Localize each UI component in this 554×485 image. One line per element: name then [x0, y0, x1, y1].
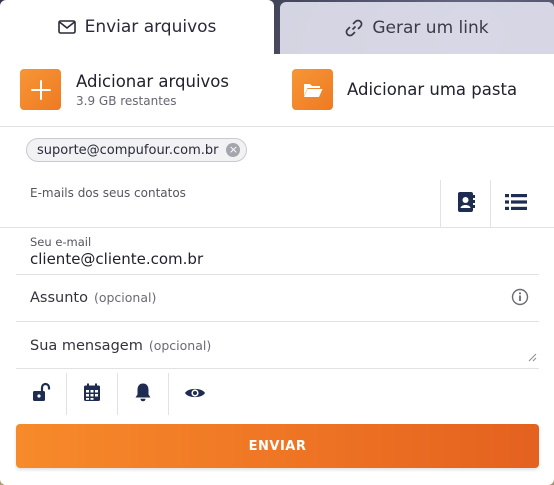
message-optional: (opcional): [148, 338, 212, 353]
password-button[interactable]: [16, 373, 67, 415]
preview-button[interactable]: [169, 373, 220, 415]
address-book-button[interactable]: [440, 180, 490, 228]
list-button[interactable]: [490, 180, 540, 228]
transfer-panel: Adicionar arquivos 3.9 GB restantes Adic…: [0, 54, 554, 485]
contacts-email-input[interactable]: [30, 186, 420, 200]
message-field[interactable]: Sua mensagem (opcional): [16, 322, 539, 369]
subject-label: Assunto: [30, 290, 88, 306]
tab-send-label: Enviar arquivos: [84, 17, 217, 37]
recipients-area: suporte@compufour.com.br ×: [0, 128, 554, 228]
plus-icon: [20, 69, 61, 110]
your-email-value: cliente@cliente.com.br: [30, 250, 204, 268]
folder-open-icon: [292, 69, 333, 110]
remove-recipient-icon[interactable]: ×: [226, 143, 241, 157]
storage-remaining: 3.9 GB restantes: [76, 93, 177, 108]
notification-button[interactable]: [118, 373, 169, 415]
link-icon: [345, 19, 363, 37]
tab-link-label: Gerar um link: [372, 18, 489, 38]
list-icon: [504, 193, 527, 215]
subject-field[interactable]: Assunto (opcional): [16, 275, 539, 322]
send-button[interactable]: ENVIAR: [16, 424, 539, 468]
calendar-icon: [83, 383, 101, 406]
add-row: Adicionar arquivos 3.9 GB restantes Adic…: [0, 54, 554, 127]
info-icon[interactable]: [511, 288, 529, 310]
eye-icon: [184, 385, 206, 404]
message-label: Sua mensagem: [30, 338, 143, 354]
resize-handle[interactable]: [528, 347, 537, 366]
bell-icon: [134, 382, 152, 406]
address-book-icon: [456, 191, 476, 217]
add-files-label: Adicionar arquivos: [76, 71, 229, 91]
recipient-chip[interactable]: suporte@compufour.com.br ×: [26, 138, 248, 162]
subject-optional: (opcional): [93, 290, 157, 305]
unlock-icon: [31, 382, 51, 406]
add-files-button[interactable]: Adicionar arquivos 3.9 GB restantes: [20, 69, 229, 110]
tab-generate-link[interactable]: Gerar um link: [280, 2, 554, 54]
expiration-date-button[interactable]: [67, 373, 118, 415]
recipient-chip-email: suporte@compufour.com.br: [37, 142, 219, 158]
your-email-field[interactable]: Seu e-mail cliente@cliente.com.br: [16, 229, 539, 275]
your-email-label: Seu e-mail: [30, 235, 92, 249]
add-folder-button[interactable]: Adicionar uma pasta: [292, 69, 517, 110]
tab-bar: Enviar arquivos Gerar um link: [0, 0, 554, 54]
add-folder-label: Adicionar uma pasta: [347, 80, 518, 99]
envelope-icon: [57, 20, 76, 34]
transfer-options: [16, 373, 220, 415]
tab-send-files[interactable]: Enviar arquivos: [0, 0, 274, 54]
